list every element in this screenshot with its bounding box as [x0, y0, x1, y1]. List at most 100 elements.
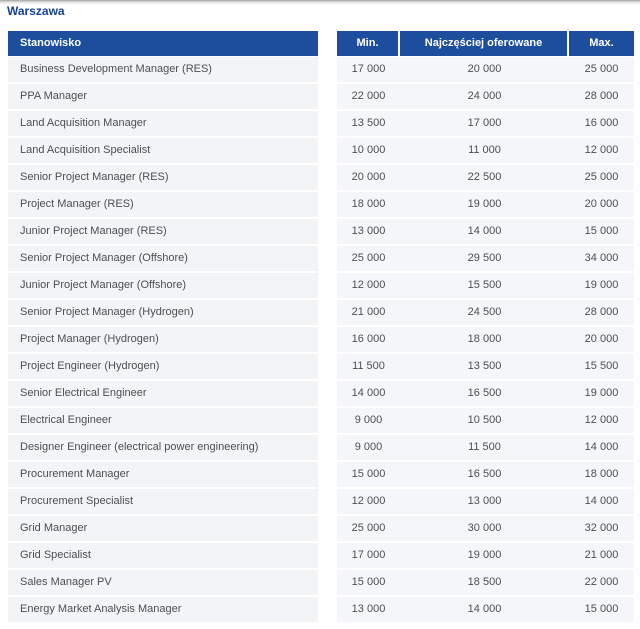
table-row: Grid Specialist 17 000 19 000 21 000	[8, 543, 634, 568]
position-cell: Sales Manager PV	[8, 570, 318, 595]
row-gap	[318, 462, 337, 487]
min-value: 15 000	[337, 462, 400, 487]
salary-cells: 9 000 10 500 12 000	[337, 408, 634, 433]
row-gap	[318, 273, 337, 298]
typical-value: 11 500	[400, 435, 569, 460]
position-cell: Procurement Specialist	[8, 489, 318, 514]
max-value: 14 000	[569, 489, 634, 514]
row-gap	[318, 435, 337, 460]
table-row: Designer Engineer (electrical power engi…	[8, 435, 634, 460]
table-row: PPA Manager 22 000 24 000 28 000	[8, 84, 634, 109]
typical-value: 29 500	[400, 246, 569, 271]
table-row: Senior Project Manager (Offshore) 25 000…	[8, 246, 634, 271]
salary-cells: 15 000 16 500 18 000	[337, 462, 634, 487]
row-gap	[318, 57, 337, 82]
position-cell: Junior Project Manager (RES)	[8, 219, 318, 244]
min-value: 13 000	[337, 597, 400, 622]
position-cell: Grid Specialist	[8, 543, 318, 568]
table-row: Electrical Engineer 9 000 10 500 12 000	[8, 408, 634, 433]
position-cell: Procurement Manager	[8, 462, 318, 487]
max-value: 21 000	[569, 543, 634, 568]
typical-value: 24 500	[400, 300, 569, 325]
row-gap	[318, 300, 337, 325]
column-header-min: Min.	[337, 31, 398, 56]
min-value: 11 500	[337, 354, 400, 379]
position-cell: Senior Project Manager (RES)	[8, 165, 318, 190]
table-row: Junior Project Manager (RES) 13 000 14 0…	[8, 219, 634, 244]
column-header-position: Stanowisko	[8, 31, 318, 56]
max-value: 15 500	[569, 354, 634, 379]
row-gap	[318, 192, 337, 217]
salary-cells: 25 000 30 000 32 000	[337, 516, 634, 541]
position-cell: Project Manager (Hydrogen)	[8, 327, 318, 352]
min-value: 20 000	[337, 165, 400, 190]
min-value: 13 500	[337, 111, 400, 136]
max-value: 22 000	[569, 570, 634, 595]
min-value: 9 000	[337, 435, 400, 460]
typical-value: 20 000	[400, 57, 569, 82]
salary-cells: 14 000 16 500 19 000	[337, 381, 634, 406]
row-gap	[318, 354, 337, 379]
table-body: Business Development Manager (RES) 17 00…	[8, 57, 634, 622]
typical-value: 11 000	[400, 138, 569, 163]
typical-value: 14 000	[400, 597, 569, 622]
table-row: Project Manager (Hydrogen) 16 000 18 000…	[8, 327, 634, 352]
min-value: 15 000	[337, 570, 400, 595]
row-gap	[318, 381, 337, 406]
min-value: 13 000	[337, 219, 400, 244]
position-cell: PPA Manager	[8, 84, 318, 109]
min-value: 9 000	[337, 408, 400, 433]
salary-cells: 22 000 24 000 28 000	[337, 84, 634, 109]
table-row: Junior Project Manager (Offshore) 12 000…	[8, 273, 634, 298]
row-gap	[318, 84, 337, 109]
table-row: Senior Electrical Engineer 14 000 16 500…	[8, 381, 634, 406]
typical-value: 30 000	[400, 516, 569, 541]
typical-value: 18 000	[400, 327, 569, 352]
salary-cells: 15 000 18 500 22 000	[337, 570, 634, 595]
min-value: 21 000	[337, 300, 400, 325]
row-gap	[318, 489, 337, 514]
typical-value: 19 000	[400, 192, 569, 217]
max-value: 20 000	[569, 327, 634, 352]
table-row: Sales Manager PV 15 000 18 500 22 000	[8, 570, 634, 595]
typical-value: 18 500	[400, 570, 569, 595]
table-row: Procurement Manager 15 000 16 500 18 000	[8, 462, 634, 487]
row-gap	[318, 138, 337, 163]
table-row: Senior Project Manager (RES) 20 000 22 5…	[8, 165, 634, 190]
position-cell: Senior Project Manager (Hydrogen)	[8, 300, 318, 325]
typical-value: 24 000	[400, 84, 569, 109]
max-value: 28 000	[569, 84, 634, 109]
position-cell: Land Acquisition Manager	[8, 111, 318, 136]
max-value: 32 000	[569, 516, 634, 541]
typical-value: 15 500	[400, 273, 569, 298]
table-header-row: Stanowisko Min. Najczęściej oferowane Ma…	[8, 31, 634, 56]
max-value: 16 000	[569, 111, 634, 136]
position-cell: Business Development Manager (RES)	[8, 57, 318, 82]
max-value: 25 000	[569, 57, 634, 82]
salary-cells: 12 000 13 000 14 000	[337, 489, 634, 514]
table-row: Energy Market Analysis Manager 13 000 14…	[8, 597, 634, 622]
salary-cells: 13 000 14 000 15 000	[337, 219, 634, 244]
position-cell: Senior Electrical Engineer	[8, 381, 318, 406]
salary-cells: 10 000 11 000 12 000	[337, 138, 634, 163]
typical-value: 13 000	[400, 489, 569, 514]
max-value: 15 000	[569, 597, 634, 622]
table-row: Business Development Manager (RES) 17 00…	[8, 57, 634, 82]
typical-value: 17 000	[400, 111, 569, 136]
typical-value: 16 500	[400, 462, 569, 487]
row-gap	[318, 219, 337, 244]
max-value: 28 000	[569, 300, 634, 325]
salary-cells: 13 500 17 000 16 000	[337, 111, 634, 136]
min-value: 10 000	[337, 138, 400, 163]
max-value: 34 000	[569, 246, 634, 271]
position-cell: Project Engineer (Hydrogen)	[8, 354, 318, 379]
max-value: 20 000	[569, 192, 634, 217]
salary-cells: 12 000 15 500 19 000	[337, 273, 634, 298]
min-value: 14 000	[337, 381, 400, 406]
typical-value: 13 500	[400, 354, 569, 379]
table-row: Project Engineer (Hydrogen) 11 500 13 50…	[8, 354, 634, 379]
typical-value: 19 000	[400, 543, 569, 568]
row-gap	[318, 543, 337, 568]
column-header-max: Max.	[569, 31, 634, 56]
min-value: 16 000	[337, 327, 400, 352]
